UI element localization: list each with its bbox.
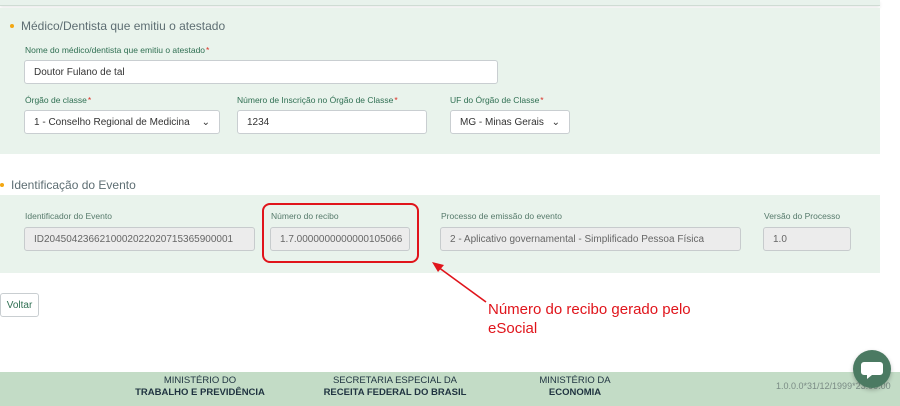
footer-org-mtp: MINISTÉRIO DO TRABALHO E PREVIDÊNCIA — [135, 375, 265, 398]
footer-org-receita: SECRETARIA ESPECIAL DA RECEITA FEDERAL D… — [323, 375, 467, 398]
voltar-button[interactable]: Voltar — [0, 293, 39, 317]
chat-bubble-icon — [861, 362, 883, 379]
chat-button[interactable] — [853, 350, 891, 388]
arrow-icon — [432, 262, 487, 303]
recibo-annotation: Número do recibo gerado pelo eSocial — [488, 301, 691, 337]
footer-org-economia: MINISTÉRIO DA ECONOMIA — [539, 375, 611, 398]
